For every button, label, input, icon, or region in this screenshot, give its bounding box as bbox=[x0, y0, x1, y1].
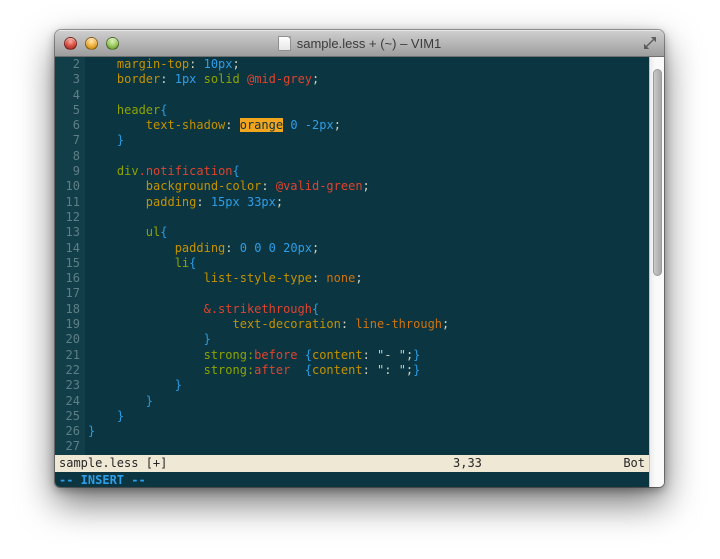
code-text bbox=[85, 286, 88, 301]
close-button[interactable] bbox=[64, 37, 77, 50]
line-number: 22 bbox=[55, 363, 85, 378]
document-icon bbox=[278, 36, 291, 51]
editor-column: 2 margin-top: 10px;3 border: 1px solid @… bbox=[55, 57, 649, 487]
code-text: list-style-type: none; bbox=[85, 271, 363, 286]
line-number: 21 bbox=[55, 348, 85, 363]
code-text: } bbox=[85, 424, 95, 439]
minimize-button[interactable] bbox=[85, 37, 98, 50]
code-line[interactable]: 19 text-decoration: line-through; bbox=[55, 317, 649, 332]
code-line[interactable]: 12 bbox=[55, 210, 649, 225]
code-text: ul{ bbox=[85, 225, 167, 240]
code-line[interactable]: 11 padding: 15px 33px; bbox=[55, 195, 649, 210]
line-number: 17 bbox=[55, 286, 85, 301]
code-line[interactable]: 20 } bbox=[55, 332, 649, 347]
line-number: 26 bbox=[55, 424, 85, 439]
code-text: } bbox=[85, 133, 124, 148]
code-text: div.notification{ bbox=[85, 164, 240, 179]
line-number: 24 bbox=[55, 394, 85, 409]
scrollbar[interactable] bbox=[649, 57, 664, 487]
code-text: } bbox=[85, 409, 124, 424]
code-line[interactable]: 7 } bbox=[55, 133, 649, 148]
code-line[interactable]: 13 ul{ bbox=[55, 225, 649, 240]
code-line[interactable]: 25 } bbox=[55, 409, 649, 424]
code-text: border: 1px solid @mid-grey; bbox=[85, 72, 319, 87]
code-text: background-color: @valid-green; bbox=[85, 179, 370, 194]
line-number: 2 bbox=[55, 57, 85, 72]
code-line[interactable]: 14 padding: 0 0 0 20px; bbox=[55, 241, 649, 256]
code-text: strong:after {content: ": ";} bbox=[85, 363, 420, 378]
code-text: margin-top: 10px; bbox=[85, 57, 240, 72]
line-number: 6 bbox=[55, 118, 85, 133]
line-number: 5 bbox=[55, 103, 85, 118]
code-line[interactable]: 22 strong:after {content: ": ";} bbox=[55, 363, 649, 378]
status-filename: sample.less [+] bbox=[59, 456, 167, 470]
line-number: 27 bbox=[55, 439, 85, 454]
code-line[interactable]: 18 &.strikethrough{ bbox=[55, 302, 649, 317]
fullscreen-arrows-icon[interactable] bbox=[643, 36, 657, 50]
status-position: Bot bbox=[623, 455, 645, 472]
titlebar[interactable]: sample.less + (~) – VIM1 bbox=[55, 30, 664, 57]
code-line[interactable]: 23 } bbox=[55, 378, 649, 393]
line-number: 23 bbox=[55, 378, 85, 393]
line-number: 4 bbox=[55, 88, 85, 103]
code-line[interactable]: 3 border: 1px solid @mid-grey; bbox=[55, 72, 649, 87]
line-number: 14 bbox=[55, 241, 85, 256]
code-text: text-decoration: line-through; bbox=[85, 317, 449, 332]
code-line[interactable]: 10 background-color: @valid-green; bbox=[55, 179, 649, 194]
line-number: 8 bbox=[55, 149, 85, 164]
line-number: 20 bbox=[55, 332, 85, 347]
window-body: 2 margin-top: 10px;3 border: 1px solid @… bbox=[55, 57, 664, 487]
code-text: padding: 15px 33px; bbox=[85, 195, 283, 210]
code-text: text-shadow: orange 0 -2px; bbox=[85, 118, 341, 133]
code-line[interactable]: 16 list-style-type: none; bbox=[55, 271, 649, 286]
code-line[interactable]: 15 li{ bbox=[55, 256, 649, 271]
line-number: 15 bbox=[55, 256, 85, 271]
command-line[interactable]: -- INSERT -- bbox=[55, 472, 649, 487]
line-number: 7 bbox=[55, 133, 85, 148]
code-line[interactable]: 4 bbox=[55, 88, 649, 103]
line-number: 19 bbox=[55, 317, 85, 332]
line-number: 25 bbox=[55, 409, 85, 424]
title-group: sample.less + (~) – VIM1 bbox=[278, 36, 442, 51]
code-line[interactable]: 24 } bbox=[55, 394, 649, 409]
status-bar: sample.less [+] 3,33 Bot bbox=[55, 455, 649, 472]
line-number: 12 bbox=[55, 210, 85, 225]
zoom-button[interactable] bbox=[106, 37, 119, 50]
code-line[interactable]: 17 bbox=[55, 286, 649, 301]
code-text: strong:before {content: "- ";} bbox=[85, 348, 420, 363]
code-text bbox=[85, 149, 88, 164]
code-line[interactable]: 2 margin-top: 10px; bbox=[55, 57, 649, 72]
code-line[interactable]: 27 bbox=[55, 439, 649, 454]
code-area[interactable]: 2 margin-top: 10px;3 border: 1px solid @… bbox=[55, 57, 649, 455]
scrollbar-thumb[interactable] bbox=[653, 69, 662, 276]
insert-mode-indicator: -- INSERT -- bbox=[59, 473, 146, 487]
code-line[interactable]: 8 bbox=[55, 149, 649, 164]
code-text: &.strikethrough{ bbox=[85, 302, 319, 317]
code-text: li{ bbox=[85, 256, 196, 271]
traffic-lights bbox=[64, 30, 119, 56]
vim-window: sample.less + (~) – VIM1 2 margin-top: 1… bbox=[55, 30, 664, 487]
status-ruler: 3,33 bbox=[453, 455, 482, 472]
line-number: 11 bbox=[55, 195, 85, 210]
code-line[interactable]: 9 div.notification{ bbox=[55, 164, 649, 179]
line-number: 16 bbox=[55, 271, 85, 286]
code-line[interactable]: 5 header{ bbox=[55, 103, 649, 118]
code-text bbox=[85, 439, 88, 454]
line-number: 3 bbox=[55, 72, 85, 87]
code-line[interactable]: 26} bbox=[55, 424, 649, 439]
line-number: 18 bbox=[55, 302, 85, 317]
code-line[interactable]: 21 strong:before {content: "- ";} bbox=[55, 348, 649, 363]
code-line[interactable]: 6 text-shadow: orange 0 -2px; bbox=[55, 118, 649, 133]
window-title: sample.less + (~) – VIM1 bbox=[297, 36, 442, 51]
line-number: 10 bbox=[55, 179, 85, 194]
code-text: padding: 0 0 0 20px; bbox=[85, 241, 319, 256]
line-number: 13 bbox=[55, 225, 85, 240]
code-text: } bbox=[85, 332, 211, 347]
code-text: header{ bbox=[85, 103, 168, 118]
code-text: } bbox=[85, 378, 182, 393]
line-number: 9 bbox=[55, 164, 85, 179]
code-text bbox=[85, 210, 88, 225]
code-text bbox=[85, 88, 88, 103]
code-text: } bbox=[85, 394, 153, 409]
